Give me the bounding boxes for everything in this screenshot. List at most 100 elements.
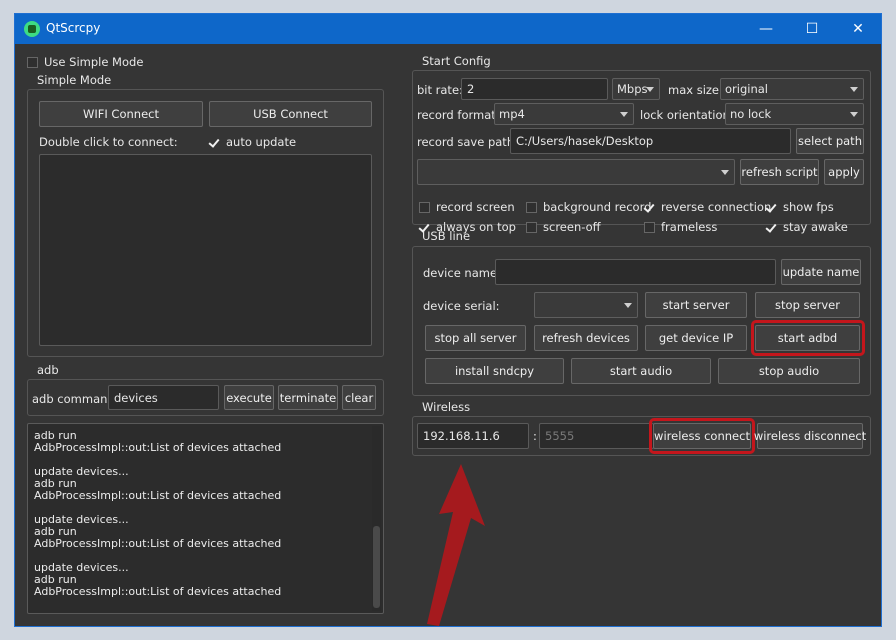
usb-line-group: device name: update name device serial: …: [412, 246, 871, 396]
start-adbd-highlight: [751, 320, 865, 356]
background-record-label: background record: [543, 200, 652, 214]
background-record-checkbox[interactable]: background record: [526, 200, 651, 214]
adb-log-output[interactable]: adb run AdbProcessImpl::out:List of devic…: [27, 423, 384, 614]
close-button[interactable]: ✕: [835, 14, 881, 44]
adb-group-title: adb: [37, 363, 59, 377]
record-format-select[interactable]: mp4: [494, 103, 634, 125]
app-window: QtScrcpy — ☐ ✕ Use Simple Mode Simple Mo…: [14, 13, 882, 627]
frameless-checkbox[interactable]: frameless: [644, 220, 717, 234]
log-line: AdbProcessImpl::out:List of devices atta…: [34, 585, 282, 598]
auto-update-label: auto update: [226, 135, 297, 149]
refresh-script-button[interactable]: refresh script: [740, 159, 819, 185]
checkbox-unchecked-icon: [27, 56, 38, 68]
minimize-button[interactable]: —: [743, 14, 789, 44]
use-simple-mode-label: Use Simple Mode: [44, 55, 144, 69]
chevron-down-icon: [850, 87, 858, 92]
stop-server-button[interactable]: stop server: [755, 292, 860, 318]
max-size-select[interactable]: original: [720, 78, 864, 100]
device-serial-select[interactable]: [534, 292, 638, 318]
wireless-group: 192.168.11.6 : 5555 wireless connect wir…: [412, 416, 871, 456]
maximize-button[interactable]: ☐: [789, 14, 835, 44]
script-select[interactable]: [417, 159, 735, 185]
double-click-label: Double click to connect:: [39, 135, 178, 149]
use-simple-mode-checkbox[interactable]: Use Simple Mode: [27, 55, 143, 69]
usb-connect-button[interactable]: USB Connect: [209, 101, 372, 127]
log-scrollbar[interactable]: [372, 426, 381, 611]
device-list[interactable]: [39, 154, 372, 346]
checkmark-icon: [766, 222, 777, 233]
screen-off-label: screen-off: [543, 220, 601, 234]
lock-orientation-select[interactable]: no lock: [725, 103, 864, 125]
adb-command-group: adb command: devices execute terminate c…: [27, 379, 384, 416]
record-format-value: mp4: [499, 107, 525, 121]
start-audio-button[interactable]: start audio: [571, 358, 711, 384]
lock-orientation-label: lock orientation:: [640, 108, 734, 122]
reverse-connection-checkbox[interactable]: reverse connection: [644, 200, 771, 214]
show-fps-checkbox[interactable]: show fps: [766, 200, 834, 214]
wireless-disconnect-button[interactable]: wireless disconnect: [754, 423, 866, 449]
device-name-label: device name:: [423, 266, 501, 280]
apply-button[interactable]: apply: [824, 159, 864, 185]
ip-port-separator: :: [533, 429, 537, 443]
record-format-label: record format:: [417, 108, 500, 122]
chevron-down-icon: [624, 303, 632, 308]
device-name-input[interactable]: [495, 259, 776, 285]
wireless-port-input[interactable]: 5555: [539, 423, 654, 449]
simple-mode-group: WIFI Connect USB Connect Double click to…: [27, 89, 384, 357]
log-line: AdbProcessImpl::out:List of devices atta…: [34, 441, 282, 454]
start-config-title: Start Config: [422, 54, 491, 68]
select-path-button[interactable]: select path: [796, 128, 864, 154]
checkmark-icon: [766, 202, 777, 213]
checkmark-icon: [644, 202, 655, 213]
bit-rate-label: bit rate:: [417, 83, 463, 97]
chevron-down-icon: [721, 170, 729, 175]
annotation-arrow-icon: [427, 464, 485, 626]
checkbox-unchecked-icon: [644, 221, 655, 233]
title-bar: QtScrcpy — ☐ ✕: [15, 14, 881, 44]
max-size-value: original: [725, 82, 768, 96]
log-line: AdbProcessImpl::out:List of devices atta…: [34, 537, 282, 550]
android-app-icon: [24, 21, 40, 37]
max-size-label: max size:: [668, 83, 723, 97]
show-fps-label: show fps: [783, 200, 834, 214]
stop-all-server-button[interactable]: stop all server: [425, 325, 526, 351]
checkbox-unchecked-icon: [526, 221, 537, 233]
stay-awake-label: stay awake: [783, 220, 848, 234]
scrollbar-thumb[interactable]: [373, 526, 380, 608]
log-line: AdbProcessImpl::out:List of devices atta…: [34, 489, 282, 502]
install-sndcpy-button[interactable]: install sndcpy: [425, 358, 564, 384]
frameless-label: frameless: [661, 220, 718, 234]
refresh-devices-button[interactable]: refresh devices: [534, 325, 638, 351]
chevron-down-icon: [646, 87, 654, 92]
adb-command-input[interactable]: devices: [108, 385, 219, 410]
checkmark-icon: [209, 137, 220, 148]
checkbox-unchecked-icon: [526, 201, 537, 213]
record-screen-checkbox[interactable]: record screen: [419, 200, 515, 214]
bit-rate-unit-select[interactable]: Mbps: [612, 78, 660, 100]
checkbox-unchecked-icon: [419, 201, 430, 213]
screen-off-checkbox[interactable]: screen-off: [526, 220, 601, 234]
start-config-group: bit rate: 2 Mbps max size: original reco…: [412, 70, 871, 234]
start-server-button[interactable]: start server: [645, 292, 747, 318]
stop-audio-button[interactable]: stop audio: [718, 358, 860, 384]
log-text: adb run AdbProcessImpl::out:List of devic…: [34, 430, 281, 598]
execute-button[interactable]: execute: [224, 385, 274, 410]
lock-orientation-value: no lock: [730, 107, 772, 121]
bit-rate-input[interactable]: 2: [461, 78, 608, 100]
chevron-down-icon: [620, 112, 628, 117]
usb-line-title: USB line: [422, 229, 471, 243]
get-device-ip-button[interactable]: get device IP: [645, 325, 747, 351]
stay-awake-checkbox[interactable]: stay awake: [766, 220, 848, 234]
wireless-connect-highlight: [649, 418, 755, 454]
record-screen-label: record screen: [436, 200, 515, 214]
clear-button[interactable]: clear: [342, 385, 376, 410]
record-save-path-input[interactable]: C:/Users/hasek/Desktop: [510, 128, 791, 154]
terminate-button[interactable]: terminate: [278, 385, 338, 410]
wifi-connect-button[interactable]: WIFI Connect: [39, 101, 203, 127]
device-serial-label: device serial:: [423, 299, 500, 313]
auto-update-checkbox[interactable]: auto update: [209, 135, 296, 149]
update-name-button[interactable]: update name: [781, 259, 861, 285]
wireless-ip-input[interactable]: 192.168.11.6: [417, 423, 529, 449]
bit-rate-unit-value: Mbps: [617, 82, 648, 96]
simple-mode-group-title: Simple Mode: [37, 73, 112, 87]
